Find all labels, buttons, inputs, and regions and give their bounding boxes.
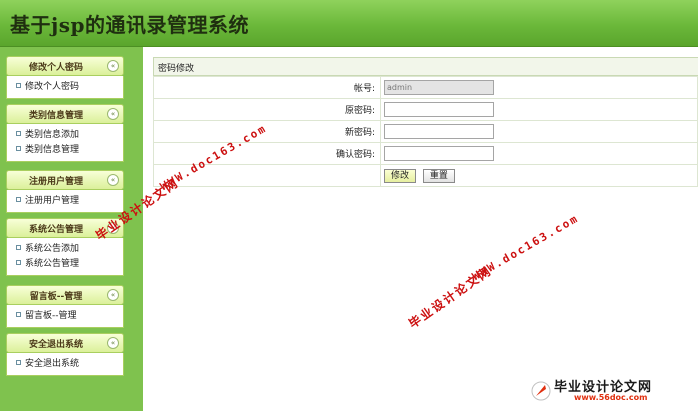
menu-group-category: 类别信息管理 « 类别信息添加 类别信息管理	[6, 104, 124, 162]
submit-button[interactable]: 修改	[384, 168, 417, 183]
menu-group-body: 修改个人密码	[6, 76, 124, 99]
menu-group-guestbook: 留言板--管理 « 留言板--管理	[6, 285, 124, 328]
menu-group-users: 注册用户管理 « 注册用户管理	[6, 170, 124, 213]
menu-group-title: 修改个人密码	[28, 63, 83, 73]
menu-group-body: 注册用户管理	[6, 190, 124, 213]
menu-group-title: 留言板--管理	[29, 292, 83, 302]
menu-group-body: 留言板--管理	[6, 305, 124, 328]
menu-group-logout: 安全退出系统 « 安全退出系统	[6, 333, 124, 376]
sidebar-item-category-add[interactable]: 类别信息添加	[7, 128, 123, 143]
bullet-icon	[16, 312, 21, 317]
menu-group-header[interactable]: 注册用户管理 «	[6, 170, 124, 190]
app-title: 基于jsp的通讯录管理系统	[10, 13, 249, 37]
form-row-actions: 修改 重置	[153, 164, 698, 187]
menu-group-body: 类别信息添加 类别信息管理	[6, 124, 124, 162]
menu-group-header[interactable]: 类别信息管理 «	[6, 104, 124, 124]
panel-header: 密码修改	[153, 57, 698, 76]
form-row-old-password: 原密码:	[153, 98, 698, 121]
bullet-icon	[16, 245, 21, 250]
collapse-icon[interactable]: «	[107, 108, 119, 120]
account-field[interactable]	[384, 80, 494, 95]
menu-group-body: 安全退出系统	[6, 353, 124, 376]
bullet-icon	[16, 146, 21, 151]
reset-button[interactable]: 重置	[422, 168, 455, 183]
menu-group-title: 注册用户管理	[28, 177, 83, 187]
sidebar-item-notice-add[interactable]: 系统公告添加	[7, 242, 123, 257]
new-password-input[interactable]	[384, 124, 494, 139]
menu-group-header[interactable]: 安全退出系统 «	[6, 333, 124, 353]
sidebar-item-users-manage[interactable]: 注册用户管理	[7, 194, 123, 209]
menu-group-header[interactable]: 修改个人密码 «	[6, 56, 124, 76]
menu-group-header[interactable]: 留言板--管理 «	[6, 285, 124, 305]
old-password-input[interactable]	[384, 102, 494, 117]
old-password-label: 原密码:	[153, 98, 381, 121]
menu-group-body: 系统公告添加 系统公告管理	[6, 238, 124, 276]
sidebar-item-notice-manage[interactable]: 系统公告管理	[7, 257, 123, 272]
bullet-icon	[16, 360, 21, 365]
collapse-icon[interactable]: «	[107, 60, 119, 72]
sidebar-item-category-manage[interactable]: 类别信息管理	[7, 143, 123, 158]
rocket-icon	[531, 381, 551, 401]
sidebar-item-guestbook-manage[interactable]: 留言板--管理	[7, 309, 123, 324]
confirm-password-label: 确认密码:	[153, 142, 381, 165]
menu-group-title: 类别信息管理	[28, 111, 83, 121]
collapse-icon[interactable]: «	[107, 289, 119, 301]
sidebar-item-change-password[interactable]: 修改个人密码	[7, 80, 123, 95]
account-label: 帐号:	[153, 76, 381, 99]
confirm-password-input[interactable]	[384, 146, 494, 161]
form-row-account: 帐号:	[153, 76, 698, 99]
panel-title: 密码修改	[158, 64, 195, 74]
sidebar-item-logout[interactable]: 安全退出系统	[7, 357, 123, 372]
bullet-icon	[16, 260, 21, 265]
menu-group-title: 安全退出系统	[28, 340, 83, 350]
bullet-icon	[16, 83, 21, 88]
main-content: 密码修改 帐号: 原密码: 新密码: 确认密码:	[153, 57, 698, 411]
bullet-icon	[16, 131, 21, 136]
menu-group-title: 系统公告管理	[28, 225, 83, 235]
password-form: 帐号: 原密码: 新密码: 确认密码: 修改	[153, 76, 698, 187]
footer-logo: 毕业设计论文网 www.56doc.com	[530, 376, 690, 406]
collapse-icon[interactable]: «	[107, 174, 119, 186]
collapse-icon[interactable]: «	[107, 337, 119, 349]
menu-group-password: 修改个人密码 « 修改个人密码	[6, 56, 124, 99]
footer-url: www.56doc.com	[574, 393, 648, 402]
app-header: 基于jsp的通讯录管理系统	[0, 0, 698, 47]
bullet-icon	[16, 197, 21, 202]
